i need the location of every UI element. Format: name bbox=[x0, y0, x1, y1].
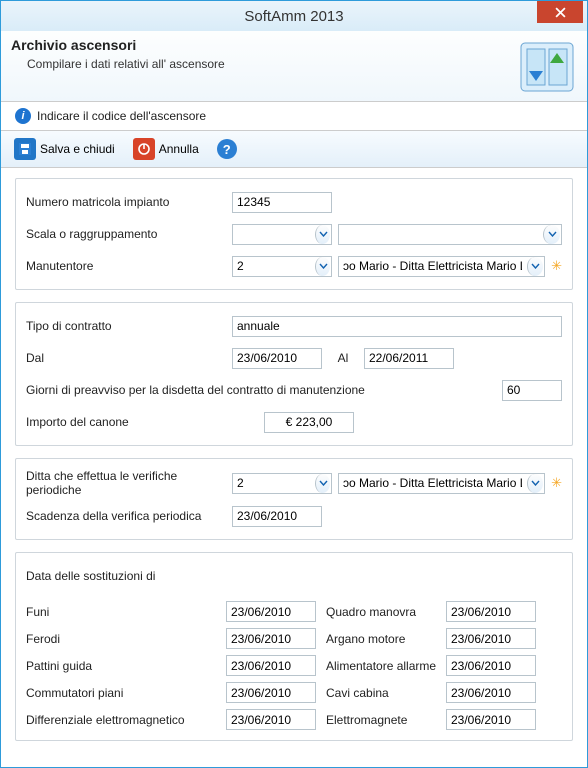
matricola-label: Numero matricola impianto bbox=[26, 195, 226, 209]
sost-label: Quadro manovra bbox=[326, 605, 446, 619]
sost-label: Funi bbox=[26, 605, 226, 619]
scala-label: Scala o raggruppamento bbox=[26, 227, 226, 241]
scala-dropdown-2[interactable] bbox=[338, 224, 562, 245]
toolbar: Salva e chiudi Annulla ? bbox=[1, 130, 587, 168]
al-input[interactable] bbox=[364, 348, 454, 369]
header: Archivio ascensori Compilare i dati rela… bbox=[1, 31, 587, 102]
scadenza-label: Scadenza della verifica periodica bbox=[26, 509, 226, 523]
sost-date-input[interactable] bbox=[226, 709, 316, 730]
help-button[interactable]: ? bbox=[212, 136, 242, 162]
dal-label: Dal bbox=[26, 351, 226, 365]
ditta-input-1[interactable] bbox=[233, 474, 314, 493]
sost-label: Cavi cabina bbox=[326, 686, 446, 700]
scadenza-input[interactable] bbox=[232, 506, 322, 527]
close-button[interactable] bbox=[537, 1, 583, 23]
group-sostituzioni: Data delle sostituzioni di Funi Quadro ma… bbox=[15, 552, 573, 741]
save-icon bbox=[14, 138, 36, 160]
info-bar: i Indicare il codice dell'ascensore bbox=[1, 102, 587, 130]
info-text: Indicare il codice dell'ascensore bbox=[37, 109, 206, 123]
sost-label: Differenziale elettromagnetico bbox=[26, 713, 226, 727]
save-label: Salva e chiudi bbox=[40, 142, 115, 156]
ditta-verifiche-label: Ditta che effettua le verifiche periodic… bbox=[26, 469, 226, 497]
power-icon bbox=[133, 138, 155, 160]
group-identificazione: Numero matricola impianto Scala o raggru… bbox=[15, 178, 573, 290]
chevron-down-icon[interactable] bbox=[315, 225, 330, 244]
save-button[interactable]: Salva e chiudi bbox=[9, 135, 120, 163]
tipo-contratto-input[interactable] bbox=[232, 316, 562, 337]
window-title: SoftAmm 2013 bbox=[1, 8, 587, 25]
sost-label: Argano motore bbox=[326, 632, 446, 646]
sost-label: Pattini guida bbox=[26, 659, 226, 673]
canone-label: Importo del canone bbox=[26, 415, 258, 429]
scala-input-2[interactable] bbox=[339, 225, 542, 244]
manutentore-input-2[interactable] bbox=[339, 257, 526, 276]
scala-dropdown-1[interactable] bbox=[232, 224, 332, 245]
chevron-down-icon[interactable] bbox=[527, 257, 543, 276]
ditta-dropdown-2[interactable] bbox=[338, 473, 545, 494]
sost-date-input[interactable] bbox=[226, 628, 316, 649]
app-window: SoftAmm 2013 Archivio ascensori Compilar… bbox=[0, 0, 588, 768]
sost-label: Alimentatore allarme bbox=[326, 659, 446, 673]
ditta-input-2[interactable] bbox=[339, 474, 526, 493]
manutentore-input-1[interactable] bbox=[233, 257, 314, 276]
help-icon: ? bbox=[217, 139, 237, 159]
group-contratto: Tipo di contratto Dal Al Giorni di preav… bbox=[15, 302, 573, 446]
ditta-dropdown-1[interactable] bbox=[232, 473, 332, 494]
content: Numero matricola impianto Scala o raggru… bbox=[1, 168, 587, 767]
preavviso-label: Giorni di preavviso per la disdetta del … bbox=[26, 383, 496, 397]
al-label: Al bbox=[328, 351, 358, 365]
cancel-label: Annulla bbox=[159, 142, 199, 156]
sostituzioni-title: Data delle sostituzioni di bbox=[26, 569, 155, 583]
page-subtitle: Compilare i dati relativi all' ascensore bbox=[27, 57, 517, 71]
new-item-icon[interactable]: ✳ bbox=[551, 475, 562, 491]
canone-input[interactable] bbox=[264, 412, 354, 433]
sost-date-input[interactable] bbox=[446, 682, 536, 703]
info-icon: i bbox=[15, 108, 31, 124]
manutentore-label: Manutentore bbox=[26, 259, 226, 273]
cancel-button[interactable]: Annulla bbox=[128, 135, 204, 163]
sost-date-input[interactable] bbox=[226, 655, 316, 676]
tipo-contratto-label: Tipo di contratto bbox=[26, 319, 226, 333]
sost-label: Ferodi bbox=[26, 632, 226, 646]
chevron-down-icon[interactable] bbox=[315, 474, 330, 493]
dal-input[interactable] bbox=[232, 348, 322, 369]
preavviso-input[interactable] bbox=[502, 380, 562, 401]
chevron-down-icon[interactable] bbox=[527, 474, 543, 493]
page-title: Archivio ascensori bbox=[11, 37, 517, 53]
sost-date-input[interactable] bbox=[446, 709, 536, 730]
chevron-down-icon[interactable] bbox=[543, 225, 560, 244]
sost-label: Commutatori piani bbox=[26, 686, 226, 700]
manutentore-dropdown-2[interactable] bbox=[338, 256, 545, 277]
chevron-down-icon[interactable] bbox=[315, 257, 330, 276]
elevator-icon bbox=[517, 37, 577, 97]
sost-date-input[interactable] bbox=[226, 601, 316, 622]
sost-date-input[interactable] bbox=[446, 655, 536, 676]
sostituzioni-grid: Funi Quadro manovra Ferodi Argano motore Pat… bbox=[26, 601, 562, 730]
group-verifiche: Ditta che effettua le verifiche periodic… bbox=[15, 458, 573, 540]
sost-date-input[interactable] bbox=[226, 682, 316, 703]
sost-label: Elettromagnete bbox=[326, 713, 446, 727]
scala-input-1[interactable] bbox=[233, 225, 314, 244]
sost-date-input[interactable] bbox=[446, 628, 536, 649]
sost-date-input[interactable] bbox=[446, 601, 536, 622]
matricola-input[interactable] bbox=[232, 192, 332, 213]
manutentore-dropdown-1[interactable] bbox=[232, 256, 332, 277]
titlebar: SoftAmm 2013 bbox=[1, 1, 587, 31]
new-item-icon[interactable]: ✳ bbox=[551, 258, 562, 274]
